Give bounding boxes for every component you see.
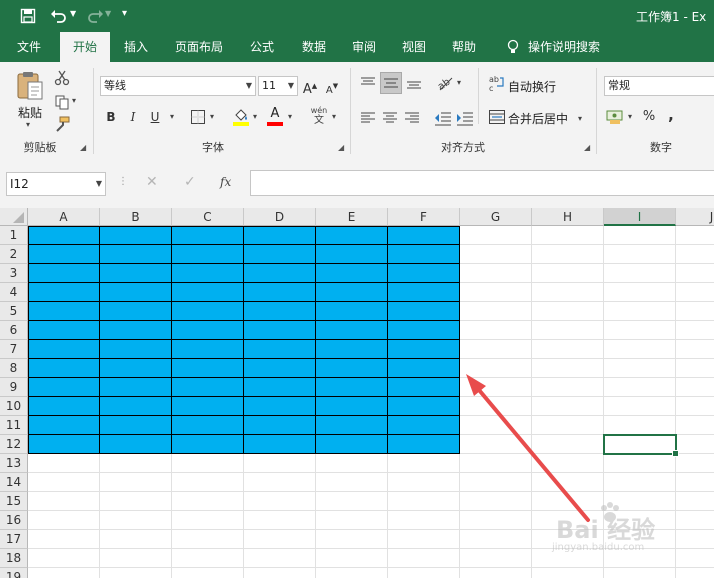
annotation-arrow xyxy=(466,374,590,522)
watermark-url: jingyan.baidu.com xyxy=(552,542,645,553)
watermark-paw-icon xyxy=(598,502,622,526)
watermark: Bai 经验 jingyan.baidu.com xyxy=(548,500,714,576)
